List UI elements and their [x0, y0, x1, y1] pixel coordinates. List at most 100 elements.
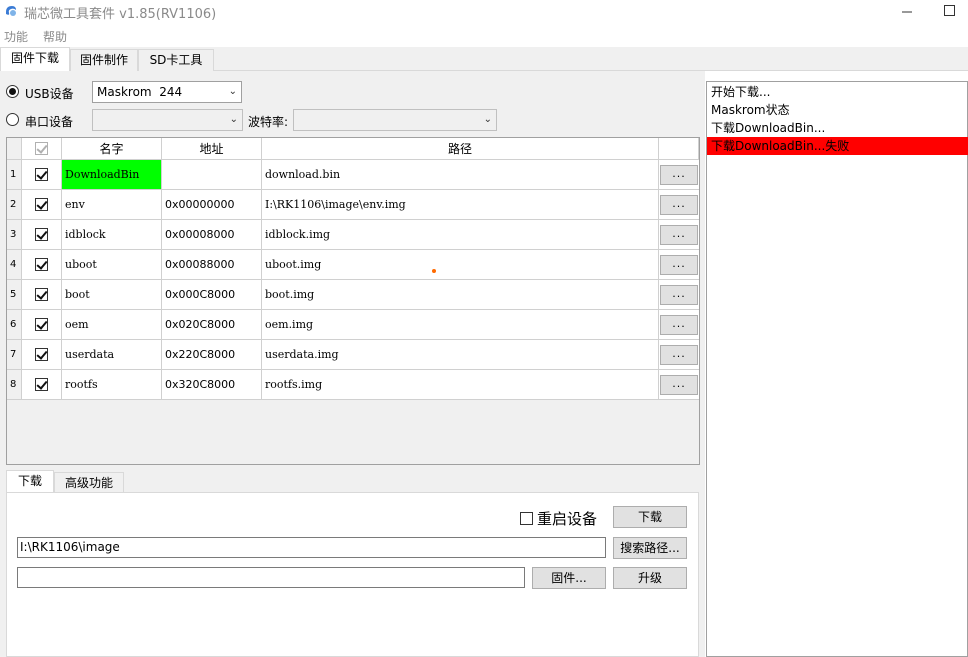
- reboot-device-label: 重启设备: [537, 510, 598, 528]
- partition-name[interactable]: env: [62, 190, 162, 220]
- table-row: 4 uboot 0x00088000 uboot.img ...: [7, 250, 699, 280]
- partition-name[interactable]: idblock: [62, 220, 162, 250]
- reboot-device-checkbox[interactable]: [520, 512, 533, 525]
- select-all-checkbox[interactable]: [35, 142, 48, 155]
- partition-table: 名字 地址 路径 1 DownloadBin download.bin ... …: [6, 137, 700, 465]
- row-number: 1: [7, 160, 22, 190]
- row-checkbox[interactable]: [35, 198, 48, 211]
- row-number: 2: [7, 190, 22, 220]
- partition-address[interactable]: 0x00000000: [162, 190, 262, 220]
- partition-address[interactable]: 0x00008000: [162, 220, 262, 250]
- partition-address[interactable]: 0x020C8000: [162, 310, 262, 340]
- row-checkbox[interactable]: [35, 288, 48, 301]
- column-header-name[interactable]: 名字: [62, 138, 162, 160]
- menu-bar: 功能 帮助: [0, 25, 968, 47]
- tab-sd-card-tool[interactable]: SD卡工具: [138, 49, 214, 71]
- chevron-down-icon: ⌄: [228, 86, 237, 97]
- row-select-cell[interactable]: [22, 220, 62, 250]
- table-row: 1 DownloadBin download.bin ...: [7, 160, 699, 190]
- top-tab-bar: 固件下载 固件制作 SD卡工具: [0, 47, 968, 72]
- tab-advanced[interactable]: 高级功能: [54, 472, 124, 493]
- partition-path[interactable]: idblock.img: [262, 220, 659, 250]
- row-select-cell[interactable]: [22, 370, 62, 400]
- log-line: Maskrom状态: [711, 103, 790, 117]
- partition-path[interactable]: boot.img: [262, 280, 659, 310]
- table-row: 7 userdata 0x220C8000 userdata.img ...: [7, 340, 699, 370]
- log-output[interactable]: 开始下载... Maskrom状态 下载DownloadBin... 下载Downlo…: [706, 81, 968, 657]
- download-button[interactable]: 下载: [613, 506, 687, 528]
- log-line: 开始下载...: [711, 85, 771, 99]
- serial-device-radio[interactable]: [6, 113, 19, 126]
- row-select-cell[interactable]: [22, 340, 62, 370]
- tab-firmware-download[interactable]: 固件下载: [0, 47, 70, 72]
- row-number: 6: [7, 310, 22, 340]
- image-path-input[interactable]: I:\RK1106\image: [17, 537, 606, 558]
- browse-file-button[interactable]: ...: [660, 225, 698, 245]
- tab-firmware-make[interactable]: 固件制作: [70, 49, 138, 71]
- partition-path[interactable]: rootfs.img: [262, 370, 659, 400]
- usb-device-label: USB设备: [25, 87, 74, 101]
- browse-cell: ...: [659, 280, 699, 310]
- row-checkbox[interactable]: [35, 318, 48, 331]
- menu-function[interactable]: 功能: [4, 28, 28, 45]
- partition-name[interactable]: DownloadBin: [62, 160, 162, 190]
- row-number: 3: [7, 220, 22, 250]
- usb-device-select[interactable]: Maskrom 244 ⌄: [92, 81, 242, 103]
- partition-path[interactable]: I:\RK1106\image\env.img: [262, 190, 659, 220]
- table-row: 5 boot 0x000C8000 boot.img ...: [7, 280, 699, 310]
- row-select-cell[interactable]: [22, 190, 62, 220]
- partition-path[interactable]: uboot.img: [262, 250, 659, 280]
- baud-rate-select[interactable]: ⌄: [293, 109, 497, 131]
- row-select-cell[interactable]: [22, 160, 62, 190]
- menu-help[interactable]: 帮助: [43, 28, 67, 45]
- upgrade-button[interactable]: 升级: [613, 567, 687, 589]
- column-header-path[interactable]: 路径: [262, 138, 659, 160]
- partition-address[interactable]: 0x320C8000: [162, 370, 262, 400]
- title-bar: 瑞芯微工具套件 v1.85(RV1106): [0, 0, 968, 24]
- search-path-button[interactable]: 搜索路径...: [613, 537, 687, 559]
- table-row: 3 idblock 0x00008000 idblock.img ...: [7, 220, 699, 250]
- browse-file-button[interactable]: ...: [660, 165, 698, 185]
- usb-device-radio[interactable]: [6, 85, 19, 98]
- minimize-button[interactable]: [884, 0, 930, 24]
- partition-name[interactable]: boot: [62, 280, 162, 310]
- firmware-path-input[interactable]: [17, 567, 525, 588]
- row-checkbox[interactable]: [35, 168, 48, 181]
- partition-address[interactable]: [162, 160, 262, 190]
- browse-file-button[interactable]: ...: [660, 345, 698, 365]
- row-select-cell[interactable]: [22, 280, 62, 310]
- row-select-cell[interactable]: [22, 250, 62, 280]
- browse-file-button[interactable]: ...: [660, 195, 698, 215]
- baud-rate-label: 波特率:: [248, 115, 289, 129]
- browse-file-button[interactable]: ...: [660, 255, 698, 275]
- partition-address[interactable]: 0x000C8000: [162, 280, 262, 310]
- row-checkbox[interactable]: [35, 378, 48, 391]
- partition-name[interactable]: userdata: [62, 340, 162, 370]
- partition-path[interactable]: userdata.img: [262, 340, 659, 370]
- browse-file-button[interactable]: ...: [660, 285, 698, 305]
- browse-file-button[interactable]: ...: [660, 315, 698, 335]
- browse-cell: ...: [659, 190, 699, 220]
- partition-path[interactable]: oem.img: [262, 310, 659, 340]
- partition-name[interactable]: rootfs: [62, 370, 162, 400]
- partition-address[interactable]: 0x220C8000: [162, 340, 262, 370]
- row-checkbox[interactable]: [35, 348, 48, 361]
- select-all-header[interactable]: [22, 138, 62, 160]
- partition-address[interactable]: 0x00088000: [162, 250, 262, 280]
- partition-name[interactable]: oem: [62, 310, 162, 340]
- row-select-cell[interactable]: [22, 310, 62, 340]
- firmware-button[interactable]: 固件...: [532, 567, 606, 589]
- row-checkbox[interactable]: [35, 258, 48, 271]
- tab-download[interactable]: 下载: [6, 470, 54, 493]
- column-header-browse: [659, 138, 699, 160]
- column-header-address[interactable]: 地址: [162, 138, 262, 160]
- partition-path[interactable]: download.bin: [262, 160, 659, 190]
- serial-device-select[interactable]: ⌄: [92, 109, 243, 131]
- row-number: 7: [7, 340, 22, 370]
- row-checkbox[interactable]: [35, 228, 48, 241]
- maximize-button[interactable]: [930, 0, 968, 24]
- partition-name[interactable]: uboot: [62, 250, 162, 280]
- table-row: 6 oem 0x020C8000 oem.img ...: [7, 310, 699, 340]
- chevron-down-icon: ⌄: [229, 114, 238, 125]
- browse-file-button[interactable]: ...: [660, 375, 698, 395]
